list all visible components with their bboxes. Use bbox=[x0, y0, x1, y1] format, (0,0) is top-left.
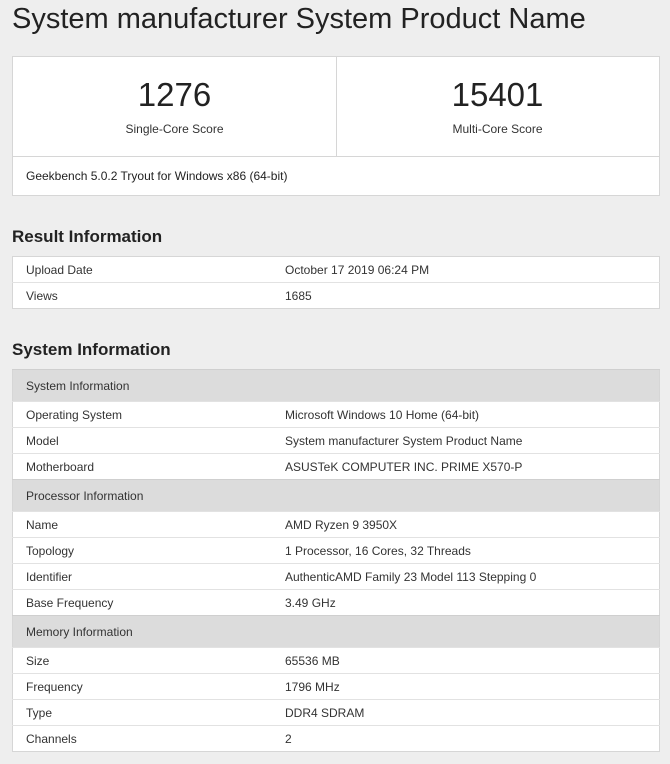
table-row: Name AMD Ryzen 9 3950X bbox=[12, 511, 660, 538]
table-row: Frequency 1796 MHz bbox=[12, 673, 660, 700]
benchmark-version: Geekbench 5.0.2 Tryout for Windows x86 (… bbox=[13, 156, 659, 196]
score-card: 1276 Single-Core Score 15401 Multi-Core … bbox=[12, 56, 660, 196]
row-key: Operating System bbox=[12, 401, 285, 428]
row-key: Identifier bbox=[12, 563, 285, 590]
row-value: DDR4 SDRAM bbox=[285, 699, 660, 726]
row-value: 2 bbox=[285, 725, 660, 752]
row-value: 1685 bbox=[285, 282, 660, 309]
row-value: 1 Processor, 16 Cores, 32 Threads bbox=[285, 537, 660, 564]
table-row: Motherboard ASUSTeK COMPUTER INC. PRIME … bbox=[12, 453, 660, 480]
system-information-heading: System Information bbox=[12, 340, 171, 359]
row-key: Motherboard bbox=[12, 453, 285, 480]
row-value: 3.49 GHz bbox=[285, 589, 660, 616]
table-row: Base Frequency 3.49 GHz bbox=[12, 589, 660, 616]
row-value: System manufacturer System Product Name bbox=[285, 427, 660, 454]
result-information-table: Upload Date October 17 2019 06:24 PM Vie… bbox=[12, 256, 660, 309]
row-key: Topology bbox=[12, 537, 285, 564]
page-title: System manufacturer System Product Name bbox=[12, 3, 586, 35]
table-row: Size 65536 MB bbox=[12, 647, 660, 674]
table-row: Views 1685 bbox=[12, 282, 660, 309]
row-value: October 17 2019 06:24 PM bbox=[285, 262, 430, 277]
row-key: Frequency bbox=[12, 673, 285, 700]
row-key: Model bbox=[12, 427, 285, 454]
table-row: Identifier AuthenticAMD Family 23 Model … bbox=[12, 563, 660, 590]
group-header-processor: Processor Information bbox=[12, 479, 660, 512]
row-key: Name bbox=[12, 511, 285, 538]
row-value: AuthenticAMD Family 23 Model 113 Steppin… bbox=[285, 563, 660, 590]
group-title: System Information bbox=[12, 369, 660, 402]
system-information-table: System Information Operating System Micr… bbox=[12, 369, 660, 752]
group-header-system: System Information bbox=[12, 369, 660, 402]
row-key: Size bbox=[12, 647, 285, 674]
table-row: Operating System Microsoft Windows 10 Ho… bbox=[12, 401, 660, 428]
row-value: 1796 MHz bbox=[285, 673, 660, 700]
table-row: Upload Date October 17 2019 06:24 PM bbox=[13, 257, 660, 283]
multi-core-score-label: Multi-Core Score bbox=[452, 122, 543, 136]
row-key: Base Frequency bbox=[12, 589, 285, 616]
row-key: Type bbox=[12, 699, 285, 726]
single-core-score-value: 1276 bbox=[137, 76, 212, 113]
group-header-memory: Memory Information bbox=[12, 615, 660, 648]
single-core-score: 1276 Single-Core Score bbox=[13, 57, 337, 156]
table-row: Type DDR4 SDRAM bbox=[12, 699, 660, 726]
row-key: Views bbox=[12, 282, 285, 309]
row-value: ASUSTeK COMPUTER INC. PRIME X570-P bbox=[285, 453, 660, 480]
single-core-score-label: Single-Core Score bbox=[125, 122, 224, 136]
table-row: Topology 1 Processor, 16 Cores, 32 Threa… bbox=[12, 537, 660, 564]
multi-core-score-value: 15401 bbox=[451, 76, 544, 113]
multi-core-score: 15401 Multi-Core Score bbox=[336, 57, 659, 156]
result-information-heading: Result Information bbox=[12, 227, 163, 246]
group-title: Memory Information bbox=[12, 615, 660, 648]
group-title: Processor Information bbox=[12, 479, 660, 512]
row-value: AMD Ryzen 9 3950X bbox=[285, 511, 660, 538]
row-value: 65536 MB bbox=[285, 647, 660, 674]
row-key: Channels bbox=[12, 725, 285, 752]
row-key: Upload Date bbox=[26, 262, 93, 277]
table-row: Model System manufacturer System Product… bbox=[12, 427, 660, 454]
table-row: Channels 2 bbox=[12, 725, 660, 752]
row-value: Microsoft Windows 10 Home (64-bit) bbox=[285, 401, 660, 428]
